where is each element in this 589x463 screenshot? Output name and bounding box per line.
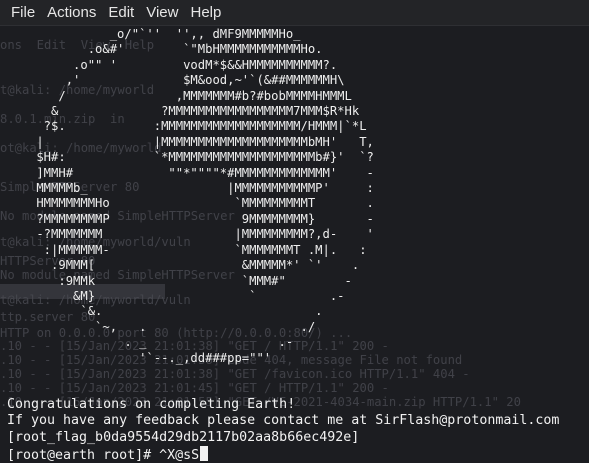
menu-actions[interactable]: Actions bbox=[41, 0, 102, 25]
menu-bar: File Actions Edit View Help bbox=[0, 0, 589, 26]
ghost-line: .10 - - [15/Jan/2023 21:01:45] "GET / HT… bbox=[0, 381, 389, 395]
feedback-text: If you have any feedback please contact … bbox=[7, 413, 560, 428]
ascii-art: _o/"`'' '',, dMF9MMMMMHo_ .o&#' `"MbHMMM… bbox=[36, 27, 374, 365]
congrats-text: Congratulations on completing Earth! bbox=[7, 397, 296, 412]
menu-help[interactable]: Help bbox=[184, 0, 227, 25]
root-flag: [root_flag_b0da9554d29db2117b02aa8b66ec4… bbox=[7, 430, 360, 445]
menu-view[interactable]: View bbox=[140, 0, 184, 25]
menu-edit[interactable]: Edit bbox=[102, 0, 140, 25]
menu-file[interactable]: File bbox=[0, 0, 41, 25]
ghost-line: .10 - - [15/Jan/2023 21:01:38] "GET /fav… bbox=[0, 367, 470, 381]
text-cursor bbox=[200, 446, 209, 461]
prompt-text: [root@earth root]# ^X@sS bbox=[7, 448, 200, 463]
terminal-area[interactable]: ons Edit View Help t@kali: /home/myworld… bbox=[0, 26, 589, 463]
shell-prompt[interactable]: [root@earth root]# ^X@sS bbox=[7, 446, 209, 463]
